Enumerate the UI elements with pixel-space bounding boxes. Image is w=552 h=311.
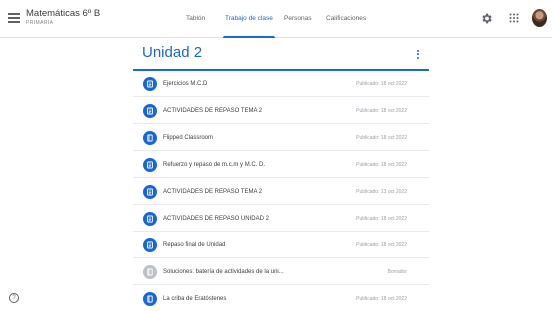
classwork-item-status: Borrador [387,269,407,276]
classwork-item[interactable]: ACTIVIDADES DE REPASO TEMA 2 Publicado: 1… [133,179,429,205]
tab-calificaciones[interactable]: Calificaciones [326,0,366,38]
classwork-item[interactable]: Ejercicios M.C.D Publicado: 18 oct 2022 [133,71,429,97]
assignment-icon [143,103,157,118]
classwork-item-status: Publicado: 18 oct 2022 [356,107,407,114]
tab-tablon[interactable]: Tablón [186,0,205,38]
classwork-item-status: Publicado: 13 oct 2022 [356,188,407,195]
tab-bar: Tablón Trabajo de clase Personas Calific… [0,0,552,38]
classwork-item[interactable]: Refuerzo y repaso de m.c.m y M.C. D. Publ… [133,152,429,178]
classwork-item-title: La criba de Eratóstenes [163,296,227,303]
avatar[interactable] [532,9,547,27]
tab-personas[interactable]: Personas [284,0,311,38]
classwork-item[interactable]: Repaso final de Unidad Publicado: 18 oct … [133,232,429,259]
assignment-icon [143,184,157,199]
assignment-icon [143,211,157,226]
classwork-item-title: ACTIVIDADES DE REPASO TEMA 2 [163,188,263,195]
tab-trabajo-de-clase[interactable]: Trabajo de clase [223,0,275,38]
classwork-item[interactable]: ACTIVIDADES DE REPASO UNIDAD 2 Publicado:… [133,206,429,232]
assignment-icon [143,157,157,172]
more-vert-icon[interactable] [411,48,425,62]
classwork-item-title: Repaso final de Unidad [163,242,226,249]
classwork-item-title: Flipped Classroom [163,134,214,141]
classwork-item-title: ACTIVIDADES DE REPASO TEMA 2 [163,107,263,114]
material-icon [143,130,157,145]
draft-material-icon [143,265,157,280]
classwork-item-title: Refuerzo y repaso de m.c.m y M.C. D. [163,161,266,168]
classwork-item-status: Publicado: 18 oct 2022 [356,242,407,249]
classwork-item-status: Publicado: 18 oct 2022 [356,161,407,168]
help-icon[interactable]: ? [9,293,19,303]
assignment-icon [143,77,157,91]
classwork-item-title: Soluciones: batería de actividades de la… [163,269,284,276]
material-icon [143,292,157,307]
assignment-icon [143,238,157,253]
classwork-item-status: Publicado: 18 oct 2022 [356,81,407,87]
classwork-item[interactable]: Soluciones: batería de actividades de la… [133,259,429,286]
gear-icon[interactable] [480,12,493,25]
topic-title: Unidad 2 [142,44,203,61]
apps-icon[interactable] [509,13,519,23]
classwork-item-title: Ejercicios M.C.D [163,81,208,87]
classwork-item-status: Publicado: 18 oct 2022 [356,134,407,141]
classwork-item[interactable]: Flipped Classroom Publicado: 18 oct 2022 [133,125,429,151]
top-bar: Matemáticas 6º B PRIMARIA Tablón Trabajo… [0,0,552,38]
classwork-item[interactable]: ACTIVIDADES DE REPASO TEMA 2 Publicado: 1… [133,98,429,124]
classwork-item[interactable]: La criba de Eratóstenes Publicado: 18 oct… [133,286,429,311]
classwork-item-title: ACTIVIDADES DE REPASO UNIDAD 2 [163,215,269,222]
classwork-item-status: Publicado: 18 oct 2022 [356,215,407,222]
classwork-item-status: Publicado: 18 oct 2022 [356,296,407,303]
